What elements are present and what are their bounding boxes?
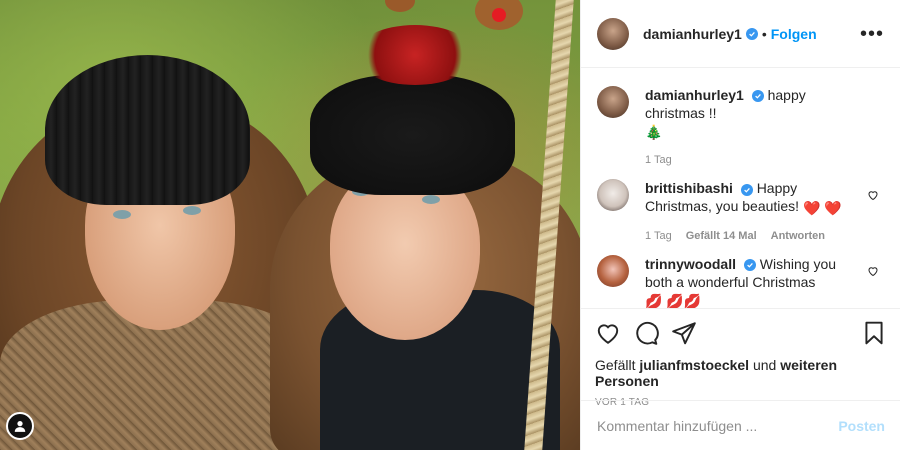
like-heart-icon[interactable] [595,320,621,346]
separator-dot: • [761,25,767,42]
reply-button[interactable]: Antworten [771,227,825,245]
post-photo[interactable] [0,0,580,450]
save-bookmark-icon[interactable] [861,320,887,346]
author-avatar[interactable] [597,86,629,118]
verified-badge-icon [751,90,764,103]
black-beanie [45,55,250,205]
author-avatar[interactable] [597,17,629,50]
tagged-users-button[interactable] [6,412,34,440]
fur-hat [310,75,515,195]
comment-meta: 1 Tag Gefällt 14 Mal Antworten [645,227,857,245]
reindeer-nose [492,8,506,22]
commenter-avatar[interactable] [597,254,629,287]
post-actions: Gefällt julianfmstoeckel und weiteren Pe… [581,308,900,408]
checkmark-icon [748,31,755,37]
eye [113,210,131,219]
caption-body: damianhurley1 happy christmas !! 🎄 1 Tag [645,86,857,169]
caption-username[interactable]: damianhurley1 [645,87,744,103]
checkmark-icon [743,187,750,193]
post-header: damianhurley1 • Folgen ••• [581,0,900,68]
liked-by-user[interactable]: julianfmstoeckel [639,357,749,373]
verified-badge-icon [740,183,753,196]
follow-button[interactable]: Folgen [771,26,817,42]
comment-likes[interactable]: Gefällt 14 Mal [686,227,757,245]
author-username[interactable]: damianhurley1 [643,26,742,42]
comment-username[interactable]: brittishibashi [645,180,733,196]
post-sidebar: damianhurley1 • Folgen ••• damianhurley1… [580,0,900,450]
comment-username[interactable]: trinnywoodall [645,256,736,272]
comment-bubble-icon[interactable] [633,320,659,346]
person-icon [14,421,26,432]
eye [183,206,201,215]
checkmark-icon [754,94,761,99]
heart-emoji: ❤️ ❤️ [802,199,842,216]
more-options-icon[interactable]: ••• [860,24,884,44]
caption-time: 1 Tag [645,154,672,167]
kiss-lips-emoji: 💋 💋💋 [645,292,702,308]
action-icons [595,319,887,347]
comment-input[interactable] [597,417,839,434]
instagram-post: damianhurley1 • Folgen ••• damianhurley1… [0,0,900,450]
add-comment-bar: Posten [581,400,900,450]
commenter-avatar[interactable] [597,179,629,212]
likes-prefix: Gefällt [595,357,636,373]
comment-body: trinnywoodall Wishing you both a wonderf… [645,255,857,308]
comment-item: brittishibashi Happy Christmas, you beau… [597,179,885,244]
caption: damianhurley1 happy christmas !! 🎄 1 Tag [597,86,885,169]
eye [422,195,440,204]
like-comment-heart-icon[interactable] [867,189,879,201]
verified-badge-icon [745,27,758,40]
verified-badge-icon [743,258,756,271]
post-comment-button[interactable]: Posten [838,418,885,434]
tinsel-decoration [355,25,475,85]
caption-meta: 1 Tag [645,151,857,169]
christmas-tree-emoji: 🎄 [645,124,663,141]
like-comment-heart-icon[interactable] [867,265,879,277]
likes-summary: Gefällt julianfmstoeckel und weiteren Pe… [595,357,887,389]
comment-item: trinnywoodall Wishing you both a wonderf… [597,254,885,308]
comment-body: brittishibashi Happy Christmas, you beau… [645,179,857,244]
checkmark-icon [747,262,753,268]
comment-time: 1 Tag [645,229,672,242]
comments-list: damianhurley1 happy christmas !! 🎄 1 Tag… [581,68,900,308]
share-send-icon[interactable] [671,320,697,346]
likes-middle: und [752,357,777,373]
